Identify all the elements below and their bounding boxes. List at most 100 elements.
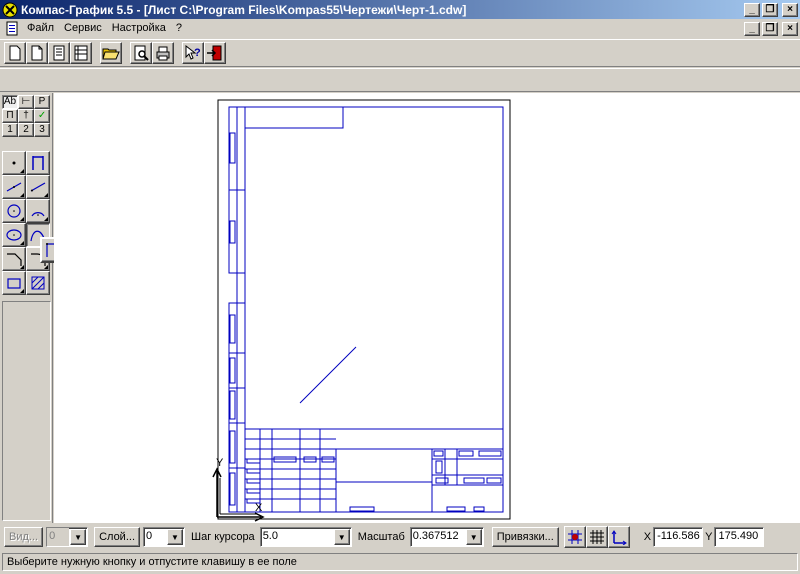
menu-file[interactable]: Файл (22, 20, 59, 37)
aux-line-tool-button[interactable] (26, 151, 50, 175)
view-select-value: 0 (47, 528, 70, 546)
scale-label: Масштаб (357, 531, 405, 543)
tab-edit[interactable]: P (34, 95, 50, 109)
left-tool-panel: Ab ⊢ P П † ✓ 1 2 3 (0, 93, 53, 523)
layer-select-value: 0 (146, 530, 153, 542)
tab-select[interactable]: ✓ (34, 109, 50, 123)
main-toolbar: ? (0, 39, 800, 67)
scale-value: 0.367512 (412, 530, 459, 542)
scale-select[interactable]: 0.367512 ▼ (409, 527, 484, 547)
coordinate-system-icon (611, 530, 627, 545)
cursor-step-select[interactable]: 5.0 ▼ (259, 527, 352, 547)
tab-dimensions[interactable]: ⊢ (18, 95, 34, 109)
control-bar: Вид... 0 ▼ Слой... 0 ▼ Шаг курсора 5.0 ▼… (0, 524, 800, 550)
top-left-stamp (244, 106, 344, 129)
menu-bar: Файл Сервис Настройка ? _ ❐ × (0, 19, 800, 38)
open-button[interactable] (100, 42, 122, 64)
preview-button[interactable] (130, 42, 152, 64)
restore-button[interactable]: ❐ (762, 2, 778, 17)
secondary-toolbar (0, 68, 800, 92)
doc-restore-button[interactable]: ❐ (762, 21, 778, 36)
printer-icon (156, 46, 170, 61)
rectangle-tool-button[interactable] (2, 271, 26, 295)
new-text-document-button[interactable] (48, 42, 70, 64)
close-button[interactable]: × (782, 2, 798, 17)
svg-text:?: ? (194, 47, 201, 59)
circle-tool-button[interactable] (2, 199, 26, 223)
tab-measure[interactable]: † (18, 109, 34, 123)
doc-close-button[interactable]: × (782, 21, 798, 36)
chevron-down-icon[interactable]: ▼ (70, 529, 87, 545)
cursor-step-label: Шаг курсора (191, 531, 255, 543)
document-icon[interactable] (4, 21, 20, 37)
drawing-sheet: Y X (212, 99, 511, 522)
snaps-button[interactable]: Привязки... (491, 527, 559, 547)
grid-toggle-button[interactable] (585, 526, 608, 548)
menu-service[interactable]: Сервис (59, 20, 107, 37)
menu-settings[interactable]: Настройка (107, 20, 171, 37)
cursor-step-value: 5.0 (262, 530, 278, 542)
drawn-segment (299, 346, 357, 404)
restore-icon: ❐ (765, 23, 775, 34)
tab-page-2[interactable]: 2 (18, 123, 34, 137)
exit-door-icon (207, 45, 222, 61)
geometry-tools (2, 151, 50, 295)
minimize-button[interactable]: _ (744, 2, 760, 17)
tab-page-1[interactable]: 1 (2, 123, 18, 137)
grid-icon (589, 530, 604, 544)
view-button[interactable]: Вид... (4, 527, 44, 547)
chevron-down-icon[interactable]: ▼ (333, 529, 350, 545)
kompas-logo-icon (2, 2, 18, 17)
y-coord-label: Y (705, 531, 713, 543)
new-document-icon (9, 45, 21, 61)
tab-page-3[interactable]: 3 (34, 123, 50, 137)
menu-help[interactable]: ? (171, 20, 187, 37)
close-icon: × (787, 4, 793, 15)
segment-tool-button[interactable] (2, 175, 26, 199)
chamfer-tool-button[interactable] (2, 247, 26, 271)
new-fragment-icon (31, 45, 43, 61)
text-document-icon (53, 45, 65, 61)
tab-params[interactable]: П (2, 109, 18, 123)
drawing-canvas[interactable]: Y X (54, 93, 800, 523)
axis-x-label: X (255, 502, 263, 514)
aux-lines-icon (32, 156, 44, 170)
layer-button[interactable]: Слой... (94, 527, 140, 547)
window-title: Компас-График 5.5 - [Лист C:\Program Fil… (21, 2, 467, 17)
left-margin-strips (228, 106, 246, 513)
x-coordinate-field[interactable]: -116.586 (653, 527, 704, 547)
ellipse-tool-button[interactable] (2, 223, 26, 247)
view-select[interactable]: 0 ▼ (46, 527, 89, 547)
title-bar[interactable]: Компас-График 5.5 - [Лист C:\Program Fil… (0, 0, 800, 19)
close-icon: × (787, 23, 793, 34)
tab-geometry-text[interactable]: Ab (2, 95, 18, 109)
snap-toggle-button[interactable] (563, 526, 586, 548)
restore-icon: ❐ (765, 4, 775, 15)
title-block (244, 428, 504, 513)
tool-options-pane (2, 301, 51, 521)
status-message: Выберите нужную кнопку и отпустите клави… (2, 553, 798, 571)
open-folder-icon (102, 48, 120, 60)
hatch-tool-button[interactable] (26, 271, 50, 295)
exit-button[interactable] (204, 42, 226, 64)
y-coordinate-field[interactable]: 175.490 (714, 527, 765, 547)
chevron-down-icon[interactable]: ▼ (465, 529, 482, 545)
local-cs-button[interactable] (607, 526, 630, 548)
specification-icon (74, 45, 88, 61)
layer-select[interactable]: 0 ▼ (143, 527, 185, 547)
new-spec-button[interactable] (70, 42, 92, 64)
context-help-button[interactable]: ? (182, 42, 204, 64)
point-tool-button[interactable] (2, 151, 26, 175)
help-pointer-icon: ? (185, 45, 201, 60)
x-coord-label: X (643, 531, 652, 543)
chevron-down-icon[interactable]: ▼ (167, 529, 183, 545)
new-fragment-button[interactable] (26, 42, 48, 64)
print-button[interactable] (152, 42, 174, 64)
line-tool-button[interactable] (26, 175, 50, 199)
arc-tool-button[interactable] (26, 199, 50, 223)
status-bar: Выберите нужную кнопку и отпустите клави… (0, 551, 800, 574)
minimize-icon: _ (749, 23, 755, 34)
page-switch-grid: Ab ⊢ P П † ✓ 1 2 3 (2, 95, 50, 137)
doc-minimize-button[interactable]: _ (744, 21, 760, 36)
new-sheet-button[interactable] (4, 42, 26, 64)
